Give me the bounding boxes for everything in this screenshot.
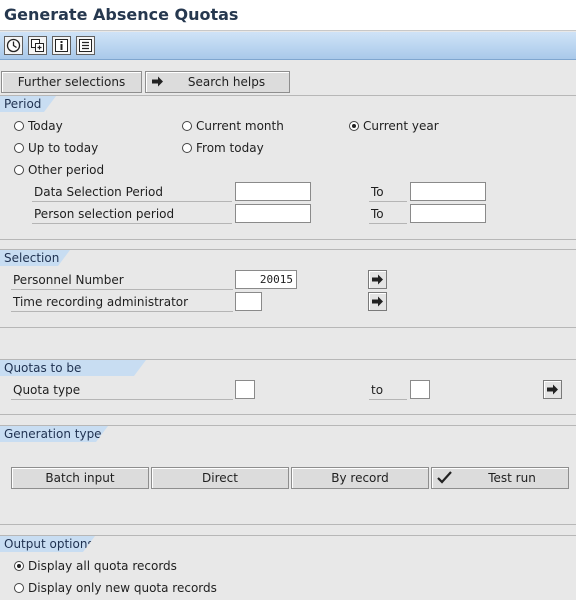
multiple-selection-button[interactable]: [368, 292, 387, 311]
display-all-label: Display all quota records: [28, 559, 177, 573]
time-admin-field[interactable]: [235, 292, 262, 311]
divider: [32, 201, 232, 202]
page-title: Generate Absence Quotas: [4, 5, 239, 24]
divider: [369, 223, 407, 224]
to-label: to: [371, 383, 384, 397]
personnel-number-field[interactable]: 20015: [235, 270, 297, 289]
test-run-label: Test run: [488, 471, 536, 485]
quotas-section: Quotas to be generated: [0, 359, 576, 415]
current-year-label: Current year: [363, 119, 439, 133]
direct-button[interactable]: Direct: [151, 467, 289, 489]
batch-input-button[interactable]: Batch input: [11, 467, 149, 489]
arrow-right-icon: [372, 274, 383, 285]
display-new-label: Display only new quota records: [28, 581, 217, 595]
personnel-number-label: Personnel Number: [13, 273, 124, 287]
search-helps-button[interactable]: Search helps: [145, 71, 290, 93]
divider: [32, 223, 232, 224]
divider: [369, 399, 407, 400]
display-all-radio[interactable]: [14, 561, 24, 571]
execute-icon[interactable]: [4, 36, 23, 55]
to-label: To: [371, 207, 384, 221]
search-helps-label: Search helps: [187, 75, 266, 89]
arrow-right-icon: [372, 296, 383, 307]
data-selection-to-field[interactable]: [410, 182, 486, 201]
selection-options-icon[interactable]: [76, 36, 95, 55]
quotas-heading: Quotas to be generated: [0, 360, 146, 376]
up-to-today-radio[interactable]: [14, 143, 24, 153]
data-selection-period-label: Data Selection Period: [34, 185, 163, 199]
time-admin-label: Time recording administrator: [13, 295, 189, 309]
data-selection-from-field[interactable]: [235, 182, 311, 201]
arrow-right-icon: [547, 384, 558, 395]
from-today-radio[interactable]: [182, 143, 192, 153]
further-selections-button[interactable]: Further selections: [1, 71, 142, 93]
quota-type-from-field[interactable]: [235, 380, 255, 399]
divider: [11, 311, 233, 312]
arrow-right-icon: [152, 76, 163, 87]
divider: [11, 399, 233, 400]
other-period-radio[interactable]: [14, 165, 24, 175]
title-bar: Generate Absence Quotas: [0, 0, 576, 31]
today-radio[interactable]: [14, 121, 24, 131]
from-today-label: From today: [196, 141, 264, 155]
person-selection-to-field[interactable]: [410, 204, 486, 223]
to-label: To: [371, 185, 384, 199]
other-period-label: Other period: [28, 163, 105, 177]
period-heading: Period: [0, 96, 56, 112]
get-variant-icon[interactable]: [28, 36, 47, 55]
person-selection-period-label: Person selection period: [34, 207, 175, 221]
up-to-today-label: Up to today: [28, 141, 99, 155]
output-options-heading: Output options: [0, 536, 95, 552]
person-selection-from-field[interactable]: [235, 204, 311, 223]
selection-heading: Selection: [0, 250, 70, 266]
quota-type-to-field[interactable]: [410, 380, 430, 399]
current-month-radio[interactable]: [182, 121, 192, 131]
multiple-selection-button[interactable]: [368, 270, 387, 289]
test-run-button[interactable]: Test run: [431, 467, 569, 489]
quota-type-label: Quota type: [13, 383, 81, 397]
application-toolbar: [0, 32, 576, 60]
multiple-selection-button[interactable]: [543, 380, 562, 399]
divider: [369, 201, 407, 202]
current-month-label: Current month: [196, 119, 284, 133]
by-record-button[interactable]: By record: [291, 467, 429, 489]
info-icon[interactable]: [52, 36, 71, 55]
divider: [11, 289, 233, 290]
display-new-radio[interactable]: [14, 583, 24, 593]
current-year-radio[interactable]: [349, 121, 359, 131]
today-label: Today: [28, 119, 63, 133]
generation-type-heading: Generation type: [0, 426, 108, 442]
checkmark-icon: [437, 471, 452, 484]
